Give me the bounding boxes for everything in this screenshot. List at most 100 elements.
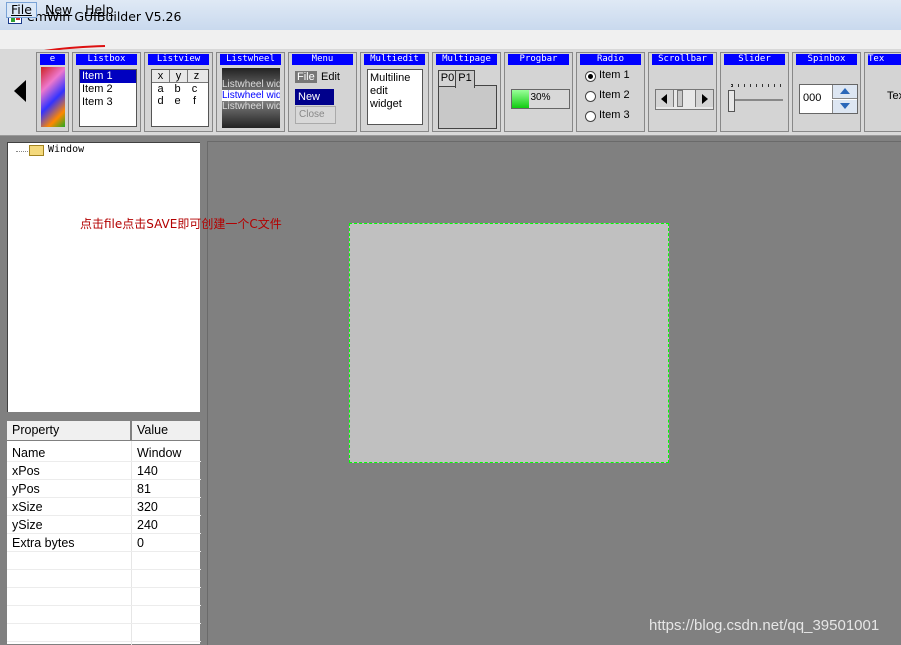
menu-bar bbox=[0, 30, 901, 50]
widget-label: Listbox bbox=[76, 54, 137, 65]
listview-header: x y z bbox=[152, 70, 208, 83]
value-header[interactable]: Value bbox=[131, 420, 201, 441]
widget-multiedit[interactable]: Multiedit Multiline edit widget bbox=[360, 52, 429, 132]
widget-label: Slider bbox=[724, 54, 785, 65]
watermark: https://blog.csdn.net/qq_39501001 bbox=[649, 617, 880, 634]
property-name: Extra bytes bbox=[12, 536, 75, 550]
property-value[interactable]: 0 bbox=[132, 534, 144, 552]
widget-radio[interactable]: Radio Item 1 Item 2 Item 3 bbox=[576, 52, 645, 132]
menu-new-label: New bbox=[45, 2, 73, 17]
widget-listbox[interactable]: Listbox Item 1 Item 2 Item 3 bbox=[72, 52, 141, 132]
widget-image[interactable]: e bbox=[36, 52, 69, 132]
listview-cell: a bbox=[157, 83, 164, 95]
property-row[interactable]: xPos 140 bbox=[7, 462, 201, 480]
multiedit-preview: Multiline edit widget bbox=[367, 69, 423, 125]
widget-slider[interactable]: Slider bbox=[720, 52, 789, 132]
menu-file[interactable]: File bbox=[6, 2, 37, 18]
property-value[interactable]: 320 bbox=[132, 498, 158, 516]
slider-thumb bbox=[728, 90, 735, 112]
slider-track bbox=[729, 99, 783, 101]
listview-col: x bbox=[152, 70, 170, 82]
image-preview-icon bbox=[41, 67, 65, 127]
property-value[interactable]: 140 bbox=[132, 462, 158, 480]
widget-label: Tex bbox=[868, 54, 901, 65]
property-row[interactable]: xSize 320 bbox=[7, 498, 201, 516]
widget-label: Multiedit bbox=[364, 54, 425, 65]
listwheel-item: Listwheel wid bbox=[222, 79, 280, 90]
radio-icon bbox=[585, 111, 596, 122]
property-row-empty bbox=[7, 552, 201, 570]
property-row-empty bbox=[7, 570, 201, 588]
widget-label: e bbox=[40, 54, 65, 65]
menu-help[interactable]: Help bbox=[81, 2, 118, 18]
listview-col: y bbox=[170, 70, 188, 82]
menu-new[interactable]: New bbox=[41, 2, 76, 18]
listview-cell: d bbox=[157, 95, 164, 107]
widget-text[interactable]: Tex Tex bbox=[864, 52, 901, 132]
listview-cell: b bbox=[174, 83, 181, 95]
property-row[interactable]: Extra bytes 0 bbox=[7, 534, 201, 552]
multiedit-line: edit bbox=[370, 85, 388, 97]
property-name: yPos bbox=[12, 482, 40, 496]
property-name: ySize bbox=[12, 518, 43, 532]
folder-icon bbox=[29, 145, 44, 156]
window-widget[interactable] bbox=[349, 223, 669, 463]
property-name: xPos bbox=[12, 464, 40, 478]
widget-scrollbar[interactable]: Scrollbar bbox=[648, 52, 717, 132]
listbox-item: Item 1 bbox=[80, 70, 136, 83]
widget-spinbox[interactable]: Spinbox 000 bbox=[792, 52, 861, 132]
multipage-body bbox=[438, 85, 497, 129]
property-value[interactable]: 240 bbox=[132, 516, 158, 534]
property-header[interactable]: Property bbox=[6, 420, 131, 441]
multiedit-line: widget bbox=[370, 98, 402, 110]
progbar-value: 30% bbox=[530, 92, 551, 103]
listwheel-preview: Listwheel wid Listwheel wid Listwheel wi… bbox=[222, 68, 280, 128]
radio-label: Item 2 bbox=[599, 89, 630, 101]
text-preview: Tex bbox=[887, 90, 901, 102]
listview-row: d e f bbox=[152, 95, 208, 107]
listview-cell: e bbox=[174, 95, 181, 107]
property-value[interactable]: Window bbox=[132, 444, 181, 462]
widget-listwheel[interactable]: Listwheel Listwheel wid Listwheel wid Li… bbox=[216, 52, 285, 132]
listview-row: a b c bbox=[152, 83, 208, 95]
scrollbar-preview bbox=[655, 89, 714, 110]
widget-tree-panel[interactable] bbox=[6, 141, 201, 413]
widget-progbar[interactable]: Progbar 30% bbox=[504, 52, 573, 132]
multipage-tab: P1 bbox=[455, 70, 475, 88]
property-row-empty bbox=[7, 588, 201, 606]
listview-col: z bbox=[193, 70, 200, 82]
widget-label: Scrollbar bbox=[652, 54, 713, 65]
widget-listview[interactable]: Listview x y z a b c d e f bbox=[144, 52, 213, 132]
widget-label: Listview bbox=[148, 54, 209, 65]
property-name: xSize bbox=[12, 500, 43, 514]
scroll-left-arrow-icon[interactable] bbox=[14, 80, 26, 102]
listbox-item: Item 3 bbox=[82, 96, 113, 108]
radio-icon bbox=[585, 91, 596, 102]
widget-label: Progbar bbox=[508, 54, 569, 65]
radio-label: Item 3 bbox=[599, 109, 630, 121]
listview-preview: x y z a b c d e f bbox=[151, 69, 209, 127]
tree-node-window[interactable]: Window bbox=[48, 144, 84, 155]
radio-label: Item 1 bbox=[599, 69, 630, 81]
scroll-left-icon bbox=[656, 90, 674, 107]
menu-preview-close: Close bbox=[295, 106, 336, 124]
annotation-note: 点击file点击SAVE即可创建一个C文件 bbox=[80, 217, 282, 231]
widget-label: Multipage bbox=[436, 54, 497, 65]
property-value[interactable]: 81 bbox=[132, 480, 151, 498]
widget-menu[interactable]: Menu File Edit New Close bbox=[288, 52, 357, 132]
property-row[interactable]: ySize 240 bbox=[7, 516, 201, 534]
widget-multipage[interactable]: Multipage P0 P1 bbox=[432, 52, 501, 132]
menu-preview-file: File bbox=[295, 71, 317, 83]
listview-cell: f bbox=[192, 95, 197, 107]
property-row[interactable]: yPos 81 bbox=[7, 480, 201, 498]
scroll-thumb bbox=[677, 90, 683, 107]
menu-file-label: File bbox=[11, 2, 32, 17]
property-row[interactable]: Name Window bbox=[7, 444, 201, 462]
widget-label: Spinbox bbox=[796, 54, 857, 65]
listwheel-item: Listwheel wid bbox=[222, 101, 280, 112]
widget-label: Menu bbox=[292, 54, 353, 65]
scroll-right-icon bbox=[695, 90, 713, 107]
listview-cell: c bbox=[191, 83, 198, 95]
multiedit-line: Multiline bbox=[370, 72, 411, 84]
spinbox-value: 000 bbox=[803, 92, 822, 104]
